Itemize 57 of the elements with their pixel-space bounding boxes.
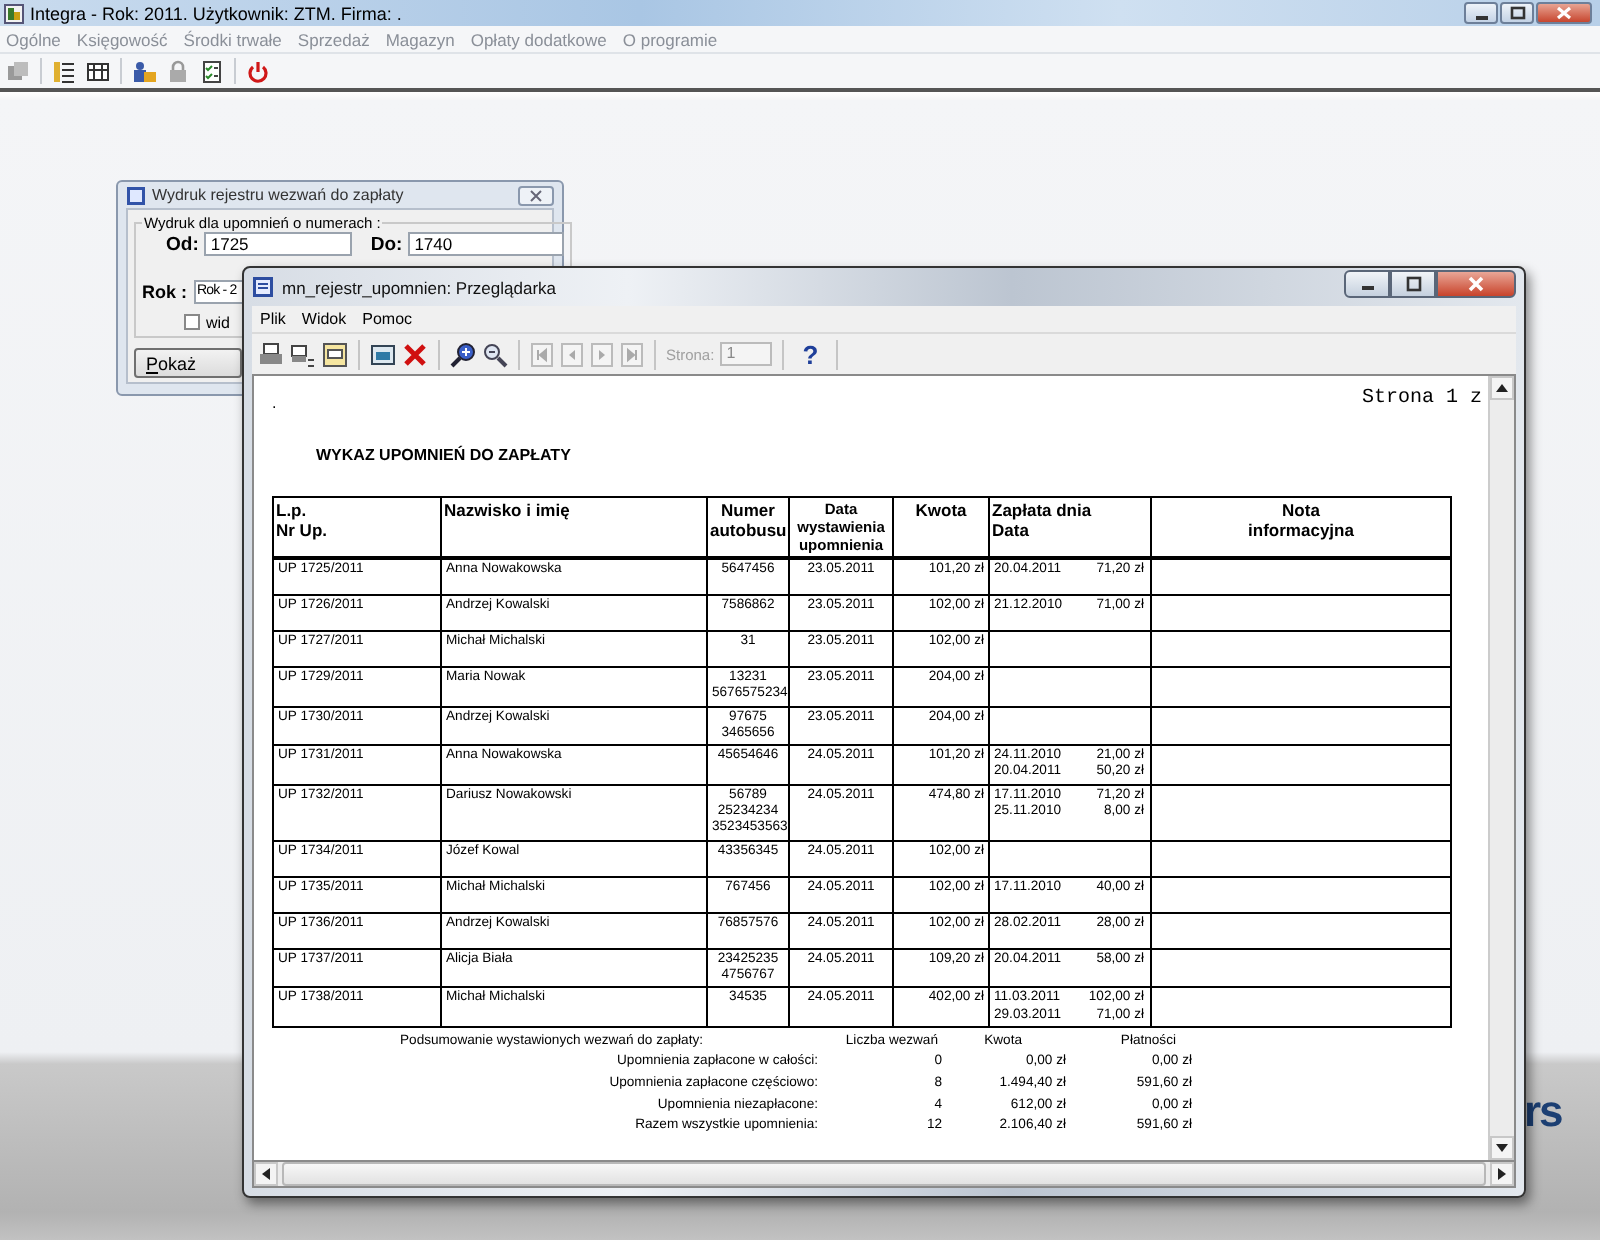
window-title: Integra - Rok: 2011. Użytkownik: ZTM. Firma: .	[30, 3, 404, 23]
close-button[interactable]	[1536, 2, 1592, 24]
table-icon[interactable]	[86, 59, 110, 83]
users-lock-icon[interactable]	[132, 59, 156, 83]
field-label: Rok :	[142, 282, 187, 302]
print-icon[interactable]	[258, 341, 284, 367]
menu-item[interactable]: Pomoc	[362, 310, 413, 328]
window-title: mn_rejestr_upomnien: Przeglądarka	[282, 277, 559, 297]
maximize-button[interactable]	[1500, 2, 1534, 24]
close-button[interactable]	[1436, 269, 1516, 297]
printer-settings-icon[interactable]	[322, 341, 348, 367]
maximize-icon	[1509, 6, 1525, 20]
minimize-button[interactable]	[1464, 2, 1498, 24]
maximize-button[interactable]	[1390, 269, 1436, 297]
field-label: Od:	[166, 233, 199, 255]
input-field[interactable]: 1740	[408, 232, 565, 256]
list-icon[interactable]	[52, 59, 76, 83]
scroll-left-icon[interactable]	[262, 1168, 270, 1180]
scroll-down-icon[interactable]	[1496, 1144, 1508, 1152]
minimize-button[interactable]	[1344, 269, 1390, 297]
menu-item[interactable]: Widok	[301, 310, 347, 328]
column-header: L.p. Nr Up.	[273, 497, 441, 558]
column-header: Kwota	[893, 497, 989, 558]
close-icon	[1556, 6, 1572, 20]
print-copy-icon[interactable]	[290, 341, 316, 367]
close-icon	[530, 189, 542, 201]
dialog-title: Wydruk rejestru wezwań do zapłaty	[152, 186, 406, 204]
column-header: Zapłata dnia Data	[989, 497, 1151, 558]
maximize-icon	[1403, 275, 1423, 291]
scroll-up-icon[interactable]	[1496, 384, 1508, 392]
image-icon[interactable]	[370, 341, 396, 367]
column-header: Nota informacyjna	[1151, 497, 1451, 558]
lock-icon[interactable]	[166, 59, 190, 83]
input-field[interactable]: 1725	[204, 232, 353, 256]
close-icon	[1466, 275, 1486, 291]
checkbox-label: wid	[206, 313, 231, 331]
field-label: Do:	[370, 233, 403, 255]
logo-text: rs	[1524, 1086, 1562, 1136]
zoom-in-icon[interactable]	[450, 341, 476, 367]
zoom-out-icon[interactable]	[482, 341, 508, 367]
report-title: WYKAZ UPOMNIEŃ DO ZAPŁATY	[316, 446, 573, 464]
delete-icon[interactable]	[402, 341, 428, 367]
show-button[interactable]: Pokaż	[134, 348, 242, 378]
form-icon	[126, 185, 146, 205]
scroll-right-icon[interactable]	[1498, 1168, 1506, 1180]
checklist-icon[interactable]	[200, 59, 224, 83]
checkbox[interactable]	[184, 314, 200, 330]
menu-item[interactable]: Plik	[260, 310, 286, 328]
help-button[interactable]: ?	[794, 339, 827, 369]
column-header: Nazwisko i imię	[441, 497, 707, 558]
page-counter: Strona 1 z	[1361, 388, 1484, 410]
documents-icon[interactable]	[6, 59, 30, 83]
close-button[interactable]	[518, 185, 554, 205]
window-icon	[252, 276, 274, 298]
column-header: Numer autobusu	[707, 497, 789, 558]
power-icon[interactable]	[246, 59, 270, 83]
dot-mark: .	[272, 394, 277, 412]
